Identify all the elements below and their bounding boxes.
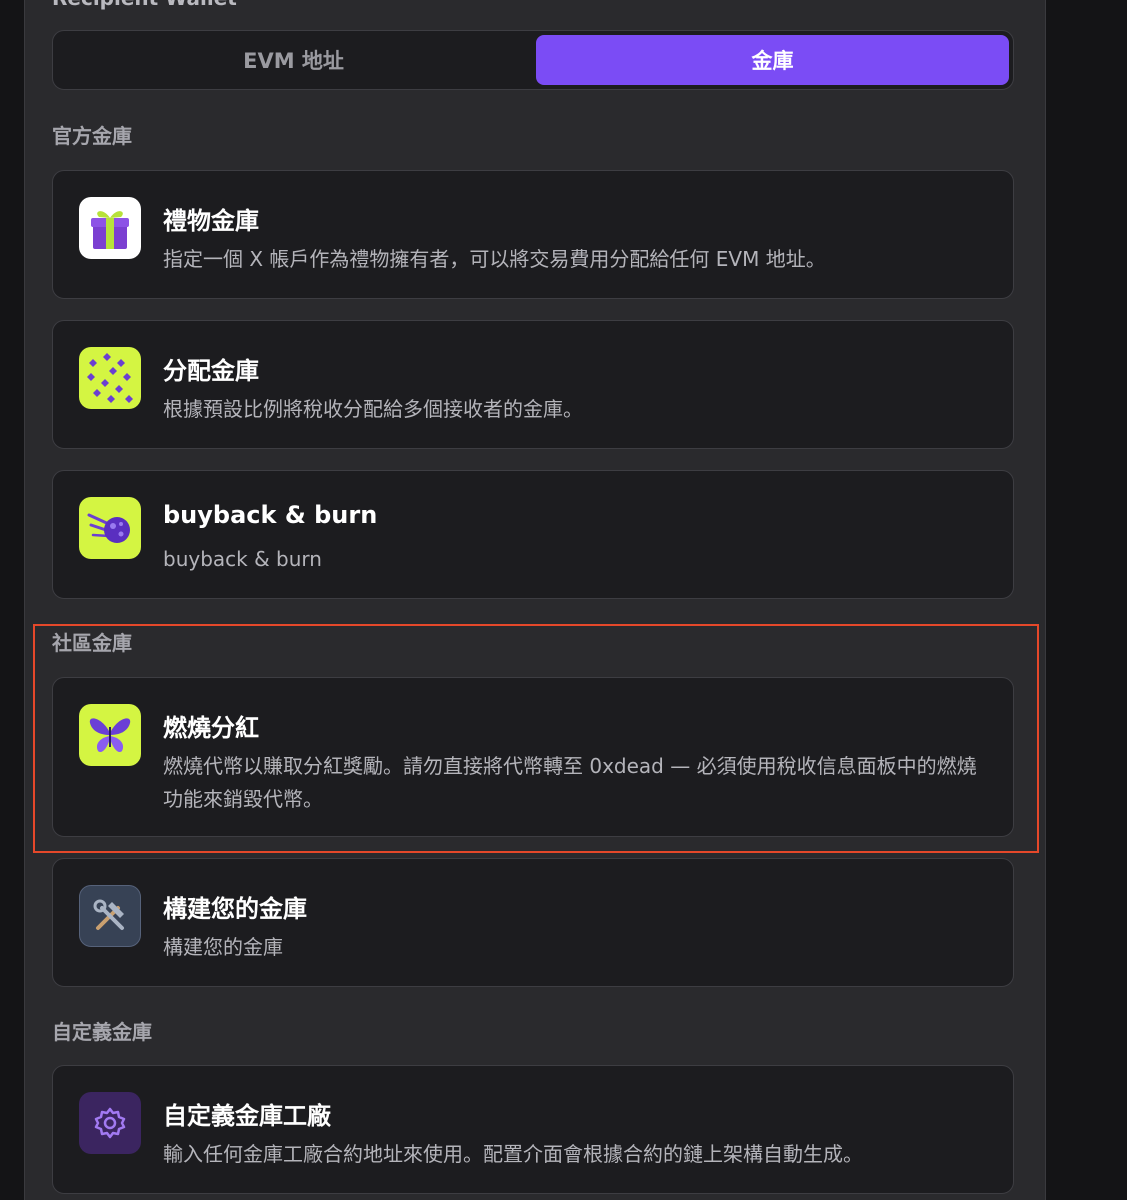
recipient-type-tabs: EVM 地址 金庫	[52, 30, 1014, 90]
gift-icon	[79, 197, 141, 259]
custom-vault-factory-title: 自定義金庫工廠	[163, 1102, 331, 1130]
build-vault-card[interactable]: 構建您的金庫 構建您的金庫	[52, 858, 1014, 987]
gear-icon	[79, 1092, 141, 1154]
hammer-wrench-icon	[79, 885, 141, 947]
section-community-vaults: 社區金庫	[52, 631, 132, 655]
tab-vault[interactable]: 金庫	[536, 35, 1009, 85]
burn-dividend-card[interactable]: 燃燒分紅 燃燒代幣以賺取分紅獎勵。請勿直接將代幣轉至 0xdead — 必須使用…	[52, 677, 1014, 837]
butterfly-icon	[79, 704, 141, 766]
buyback-burn-card[interactable]: buyback & burn buyback & burn	[52, 470, 1014, 599]
tab-evm-address[interactable]: EVM 地址	[57, 35, 530, 85]
meteor-icon	[79, 497, 141, 559]
section-official-vaults: 官方金庫	[52, 124, 132, 148]
custom-vault-factory-card[interactable]: 自定義金庫工廠 輸入任何金庫工廠合約地址來使用。配置介面會根據合約的鏈上架構自動…	[52, 1065, 1014, 1194]
build-vault-title: 構建您的金庫	[163, 895, 307, 923]
split-vault-card[interactable]: 分配金庫 根據預設比例將稅收分配給多個接收者的金庫。	[52, 320, 1014, 449]
custom-vault-factory-description: 輸入任何金庫工廠合約地址來使用。配置介面會根據合約的鏈上架構自動生成。	[163, 1142, 863, 1166]
split-vault-description: 根據預設比例將稅收分配給多個接收者的金庫。	[163, 397, 583, 421]
buyback-burn-title: buyback & burn	[163, 501, 378, 529]
gift-vault-description: 指定一個 X 帳戶作為禮物擁有者，可以將交易費用分配給任何 EVM 地址。	[163, 247, 826, 271]
split-vault-title: 分配金庫	[163, 357, 259, 385]
section-custom-vaults: 自定義金庫	[52, 1020, 152, 1044]
gift-vault-card[interactable]: 禮物金庫 指定一個 X 帳戶作為禮物擁有者，可以將交易費用分配給任何 EVM 地…	[52, 170, 1014, 299]
burn-dividend-title: 燃燒分紅	[163, 714, 259, 742]
burn-dividend-description: 燃燒代幣以賺取分紅獎勵。請勿直接將代幣轉至 0xdead — 必須使用稅收信息面…	[163, 754, 977, 811]
gift-vault-title: 禮物金庫	[163, 207, 259, 235]
butterfly-pattern-icon	[79, 347, 141, 409]
buyback-burn-description: buyback & burn	[163, 547, 322, 571]
build-vault-description: 構建您的金庫	[163, 935, 283, 959]
recipient-wallet-label: Recipient Wallet	[52, 0, 237, 10]
